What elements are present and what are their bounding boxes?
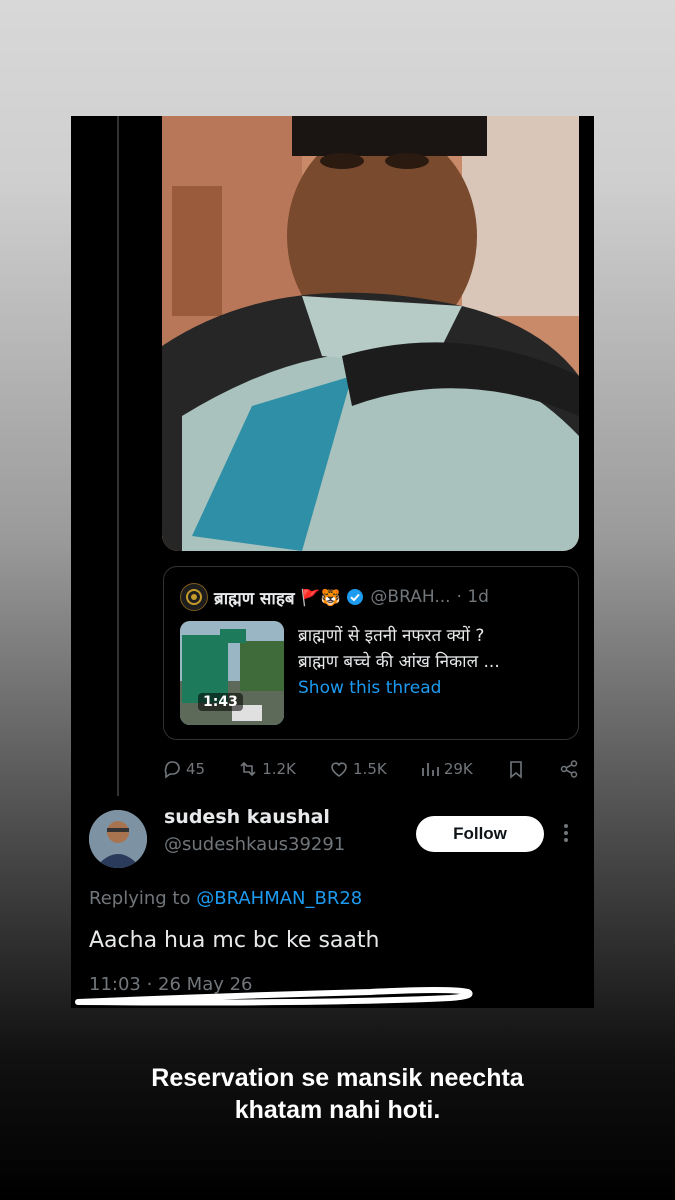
reply-text: Aacha hua mc bc ke saath [89, 928, 380, 953]
repost-button[interactable]: 1.2K [238, 759, 296, 779]
follow-button[interactable]: Follow [416, 816, 544, 852]
post-action-bar: 45 1.2K 1.5K 29K [162, 756, 579, 782]
reply-icon [164, 761, 180, 779]
quoted-text-line2: ब्राह्मण बच्चे की आंख निकाल ... [298, 652, 500, 672]
white-underline-scribble [75, 987, 473, 1006]
caption-line1: Reservation se mansik neechta [151, 1064, 524, 1092]
post-photo[interactable] [162, 116, 579, 551]
views-button[interactable]: 29K [420, 759, 473, 779]
flag-tiger-emoji: 🚩🐯 [300, 587, 341, 607]
like-count: 1.5K [353, 760, 387, 778]
replying-to-line: Replying to @BRAHMAN_BR28 [89, 888, 362, 909]
caption-line2: khatam nahi hoti. [234, 1096, 441, 1124]
logo-icon [186, 589, 202, 605]
quoted-post-text: ब्राह्मणों से इतनी नफरत क्यों ? ब्राह्मण… [298, 623, 568, 701]
reply-count: 45 [186, 760, 206, 778]
view-count: 29K [443, 760, 473, 778]
thread-connector-line [117, 116, 119, 796]
quoted-post-time: · 1d [456, 587, 489, 607]
story-caption: Reservation se mansik neechta khatam nah… [0, 1062, 675, 1126]
replying-to-label: Replying to [89, 888, 191, 909]
views-bar-chart-icon [421, 763, 439, 776]
video-duration: 1:43 [198, 693, 243, 711]
quoted-author-handle[interactable]: @BRAH... [370, 587, 450, 607]
quoted-post-card[interactable]: ब्राह्मण साहब 🚩🐯 @BRAH... · 1d 1:43 ब्रा… [163, 566, 579, 740]
quoted-video-thumbnail[interactable]: 1:43 [180, 621, 284, 725]
share-button[interactable] [559, 759, 579, 779]
repost-icon [240, 761, 256, 777]
share-icon [560, 760, 578, 778]
bookmark-button[interactable] [506, 759, 526, 779]
boy-selfie-image [162, 116, 579, 551]
avatar[interactable] [89, 810, 147, 868]
bookmark-icon [510, 761, 522, 779]
heart-icon [331, 762, 347, 777]
more-options-icon[interactable] [558, 818, 574, 848]
quoted-author-name[interactable]: ब्राह्मण साहब [214, 586, 295, 609]
show-thread-link[interactable]: Show this thread [298, 675, 568, 701]
reply-author-name[interactable]: sudesh kaushal [164, 806, 330, 828]
reply-author-handle[interactable]: @sudeshkaus39291 [164, 834, 345, 855]
reply-button[interactable]: 45 [162, 759, 205, 779]
like-button[interactable]: 1.5K [329, 759, 387, 779]
verified-badge-icon [347, 589, 364, 605]
repost-count: 1.2K [262, 760, 296, 778]
screenshot-frame: ब्राह्मण साहब 🚩🐯 @BRAH... · 1d 1:43 ब्रा… [71, 116, 594, 1008]
quoted-text-line1: ब्राह्मणों से इतनी नफरत क्यों ? [298, 626, 485, 646]
replying-to-mention[interactable]: @BRAHMAN_BR28 [196, 888, 362, 909]
user-avatar-image [89, 810, 147, 868]
quoted-author-avatar[interactable] [180, 583, 208, 611]
